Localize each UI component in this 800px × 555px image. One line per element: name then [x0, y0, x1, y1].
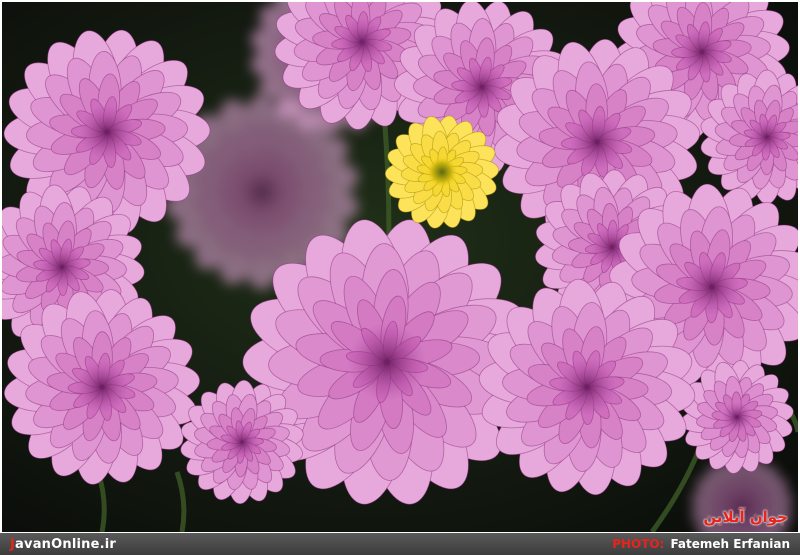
photo-credit-label: PHOTO: [612, 537, 665, 551]
photo-credit: PHOTO: Fatemeh Erfanian [612, 537, 790, 551]
photographer-name: Fatemeh Erfanian [670, 537, 790, 551]
flower-photo: جوان آنلاین [2, 2, 798, 532]
site-name-rest: avanOnline.ir [15, 536, 117, 552]
site-name[interactable]: JavanOnline.ir [10, 537, 116, 552]
watermark-logo: جوان آنلاین [703, 508, 788, 526]
photo-frame: جوان آنلاین JavanOnline.ir PHOTO: Fatemeh… [0, 0, 800, 555]
chrysanthemum-scene [2, 2, 798, 532]
footer-bar: JavanOnline.ir PHOTO: Fatemeh Erfanian [0, 533, 800, 555]
